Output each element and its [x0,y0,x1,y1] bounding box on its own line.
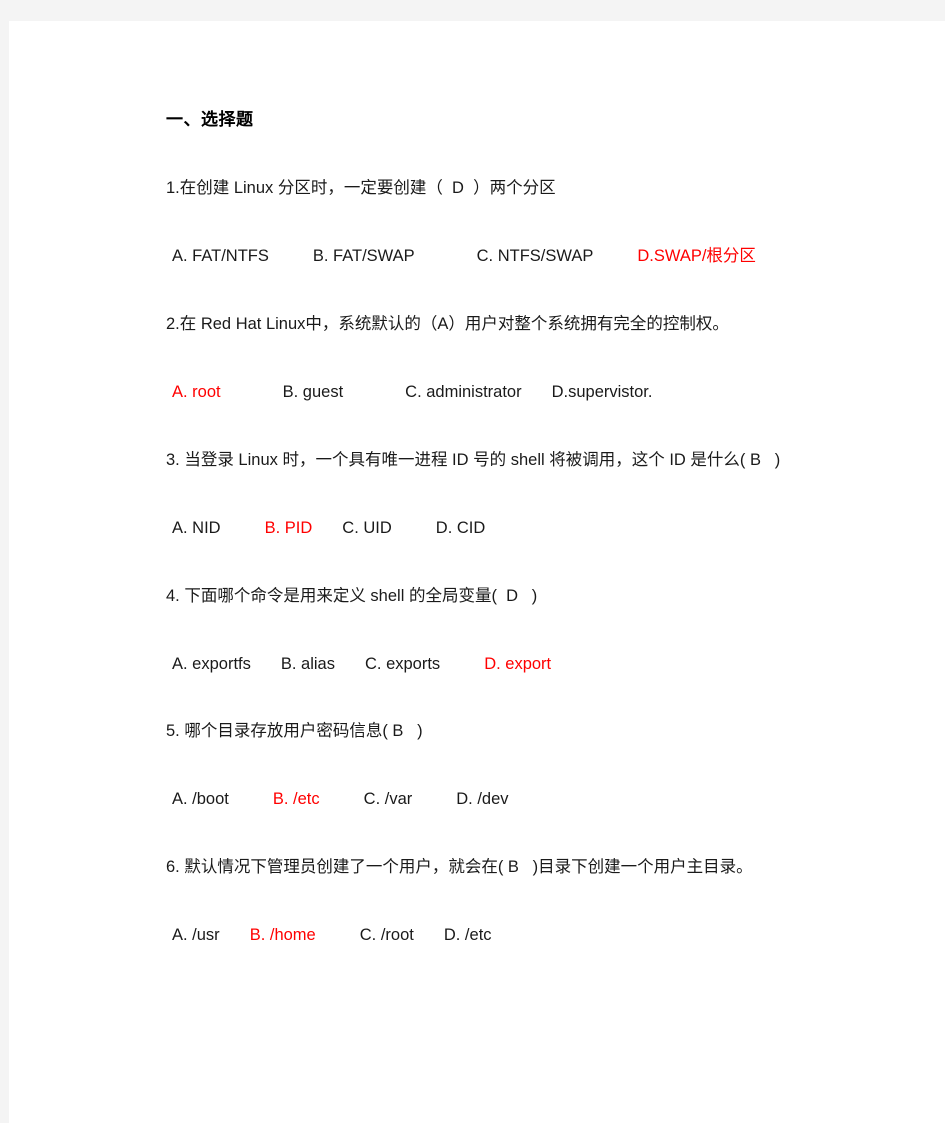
question-text: 5. 哪个目录存放用户密码信息( B ) [166,722,423,741]
option-answer[interactable]: B. /etc [273,790,320,808]
question-text: 3. 当登录 Linux 时，一个具有唯一进程 ID 号的 shell 将被调用… [166,450,781,469]
option[interactable]: C. administrator [405,383,521,401]
option-answer[interactable]: B. /home [250,926,316,944]
question-text: 6. 默认情况下管理员创建了一个用户，就会在( B )目录下创建一个用户主目录。 [166,858,753,877]
option-answer[interactable]: D.SWAP/根分区 [637,247,756,265]
option-row: A. /boot B. /etc C. /var D. /dev [166,788,945,812]
option-row: A. root B. guest C. administrator D.supervi… [166,381,945,405]
option[interactable]: D. /dev [456,790,508,808]
option[interactable]: C. /root [360,926,414,944]
option[interactable]: C. UID [342,519,392,537]
question-list: 1.在创建 Linux 分区时，一定要创建（ D ）两个分区 A. FAT/NTF… [166,177,945,948]
question-block: 2.在 Red Hat Linux中，系统默认的（A）用户对整个系统拥有完全的控… [166,313,945,405]
option-row: A. FAT/NTFS B. FAT/SWAP C. NTFS/SWAP D.SWAP… [166,245,945,269]
option-answer[interactable]: A. root [172,383,221,401]
question-text: 4. 下面哪个命令是用来定义 shell 的全局变量( D ) [166,586,538,605]
option-row: A. /usr B. /home C. /root D. /etc [166,924,945,948]
option[interactable]: A. /usr [172,926,220,944]
option-answer[interactable]: D. export [484,655,551,673]
option[interactable]: D.supervistor. [552,383,653,401]
option[interactable]: C. exports [365,655,440,673]
question-block: 5. 哪个目录存放用户密码信息( B ) A. /boot B. /etc C. /v… [166,720,945,812]
section-heading: 一、选择题 [166,110,254,129]
option[interactable]: D. CID [436,519,486,537]
option-row: A. exportfs B. alias C. exports D. export [166,653,945,677]
document-body: 一、选择题 1.在创建 Linux 分区时，一定要创建（ D ）两个分区 A. F… [9,21,945,948]
question-text: 1.在创建 Linux 分区时，一定要创建（ D ）两个分区 [166,179,556,198]
option[interactable]: B. guest [283,383,344,401]
question-block: 3. 当登录 Linux 时，一个具有唯一进程 ID 号的 shell 将被调用… [166,449,945,541]
option-row: A. NID B. PID C. UID D. CID [166,517,945,541]
option[interactable]: A. /boot [172,790,229,808]
option[interactable]: D. /etc [444,926,492,944]
option-answer[interactable]: B. PID [265,519,313,537]
option[interactable]: C. /var [364,790,413,808]
document-page: 一、选择题 1.在创建 Linux 分区时，一定要创建（ D ）两个分区 A. F… [9,21,945,1123]
option[interactable]: C. NTFS/SWAP [477,247,594,265]
question-text: 2.在 Red Hat Linux中，系统默认的（A）用户对整个系统拥有完全的控… [166,314,729,333]
option[interactable]: B. alias [281,655,335,673]
option[interactable]: A. exportfs [172,655,251,673]
question-block: 4. 下面哪个命令是用来定义 shell 的全局变量( D ) A. export… [166,585,945,677]
question-block: 6. 默认情况下管理员创建了一个用户，就会在( B )目录下创建一个用户主目录。… [166,856,945,948]
option[interactable]: B. FAT/SWAP [313,247,415,265]
option[interactable]: A. FAT/NTFS [172,247,269,265]
question-block: 1.在创建 Linux 分区时，一定要创建（ D ）两个分区 A. FAT/NTF… [166,177,945,269]
option[interactable]: A. NID [172,519,221,537]
